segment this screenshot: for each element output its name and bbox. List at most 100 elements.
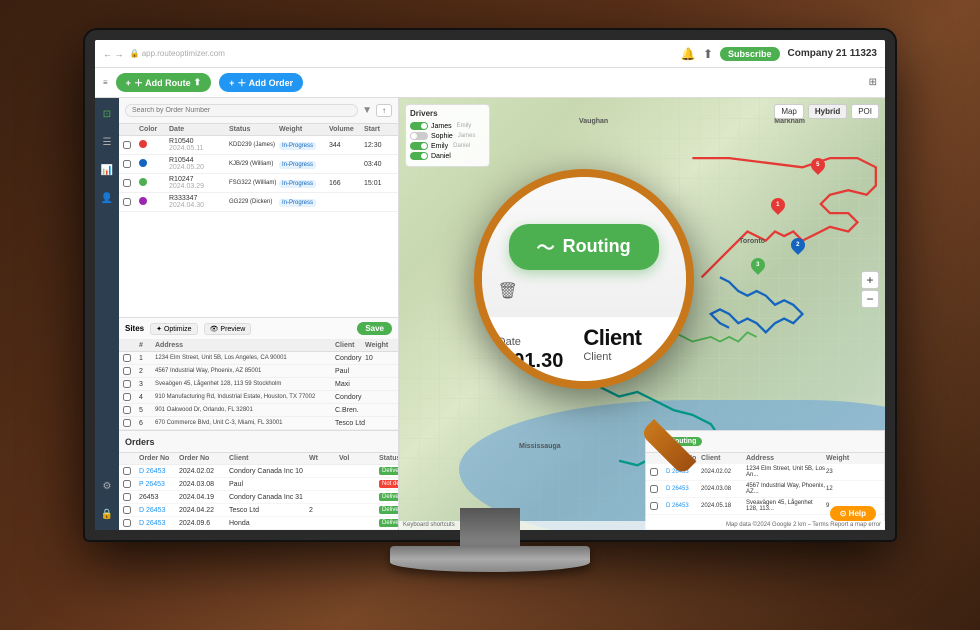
site-row[interactable]: 3 Sveaögen 45, Lågenhet 128, 113 59 Stoc… xyxy=(119,378,398,391)
top-bar-icons: 🔔 ⬆ Subscribe Company 21 11323 xyxy=(680,46,877,62)
site-checkbox[interactable] xyxy=(123,380,131,388)
order-checkbox[interactable] xyxy=(123,480,131,488)
save-button[interactable]: Save xyxy=(357,322,392,335)
keyboard-shortcuts: Keyboard shortcuts xyxy=(403,522,455,529)
order-client: Paul xyxy=(229,481,309,488)
share-icon[interactable]: ⬆ xyxy=(700,46,716,62)
map-area[interactable]: Vaughan Markham Toronto Mississauga Map … xyxy=(399,98,885,530)
order-checkbox[interactable] xyxy=(123,493,131,501)
zoom-in-btn[interactable]: + xyxy=(861,271,879,289)
route-start: 15:01 xyxy=(364,180,398,187)
orders-header: Orders xyxy=(119,431,398,453)
subscribe-button[interactable]: Subscribe xyxy=(720,47,780,61)
order-row[interactable]: P 26453 2024.03.08 Paul Not delivered xyxy=(119,478,398,491)
order-checkbox[interactable] xyxy=(123,506,131,514)
add-route-button[interactable]: + ＋ Add Route ⬆ xyxy=(116,73,211,92)
driver-toggle-daniel[interactable] xyxy=(410,152,428,160)
sites-table-header: # Address Client Weight xyxy=(119,340,398,352)
site-client: C.Bren. xyxy=(335,407,365,414)
route-start: 03:40 xyxy=(364,161,398,168)
zoom-out-btn[interactable]: − xyxy=(861,290,879,308)
driver-row: Daniel xyxy=(410,152,485,160)
export-btn[interactable]: ↑ xyxy=(376,104,392,117)
site-checkbox[interactable] xyxy=(123,393,131,401)
filter-icon[interactable]: ▼ xyxy=(362,105,372,116)
site-row[interactable]: 4 910 Manufacturing Rd, Industrial Estat… xyxy=(119,391,398,404)
poi-tab[interactable]: POI xyxy=(851,104,879,119)
routes-search-input[interactable] xyxy=(125,104,358,117)
add-order-button[interactable]: + ＋ Add Order xyxy=(219,73,303,92)
col-weight: Weight xyxy=(279,126,329,133)
site-row[interactable]: 6 670 Commerce Blvd, Unit C-3, Miami, FL… xyxy=(119,417,398,430)
mini-address: 4567 Industrial Way, Phoenix, AZ... xyxy=(746,483,826,495)
ord-col-vol: Vol xyxy=(339,455,379,462)
routing-button[interactable]: 〜 Routing xyxy=(509,224,659,270)
left-panel: ▼ ↑ Color Date Status Weight Volum xyxy=(119,98,399,530)
sidebar-list-icon[interactable]: ☰ xyxy=(99,134,115,150)
sidebar-routes-icon[interactable]: ⊡ xyxy=(99,106,115,122)
order-flag: 26453 xyxy=(139,494,179,501)
route-checkbox[interactable] xyxy=(123,198,131,206)
url-bar[interactable]: 🔒 app.routeoptimizer.com xyxy=(130,49,674,58)
help-button[interactable]: ⊙ Help xyxy=(830,506,876,521)
site-address: Sveaögen 45, Lågenhet 128, 113 59 Stockh… xyxy=(155,381,335,387)
optimize-btn[interactable]: ✦ Optimize xyxy=(150,323,197,335)
grid-icon[interactable]: ⊞ xyxy=(869,77,877,88)
sidebar-lock-icon[interactable]: 🔒 xyxy=(99,506,115,522)
orders-title: Orders xyxy=(125,437,155,447)
driver-toggle-james[interactable] xyxy=(410,122,428,130)
preview-btn[interactable]: 👁 Preview xyxy=(204,323,252,335)
nav-back[interactable]: ← → xyxy=(103,49,124,59)
order-row[interactable]: D 26453 2024.02.02 Condory Canada Inc 10… xyxy=(119,465,398,478)
map-tab[interactable]: Map xyxy=(774,104,804,119)
hybrid-tab[interactable]: Hybrid xyxy=(808,104,847,119)
site-checkbox[interactable] xyxy=(123,406,131,414)
mini-checkbox[interactable] xyxy=(650,502,658,510)
driver-detail: Daniel xyxy=(453,143,470,149)
route-row[interactable]: R105402024.05.11 KDD239 (James) In-Progr… xyxy=(119,136,398,155)
order-flag: P 26453 xyxy=(139,481,179,488)
toggle-container: Save xyxy=(357,322,392,335)
driver-toggle-emily[interactable] xyxy=(410,142,428,150)
site-row[interactable]: 1 1234 Elm Street, Unit 5B, Los Angeles,… xyxy=(119,352,398,365)
bell-icon[interactable]: 🔔 xyxy=(680,46,696,62)
route-driver: KJB/29 (William) xyxy=(229,161,279,167)
monitor-screen: ← → 🔒 app.routeoptimizer.com 🔔 ⬆ Subscri… xyxy=(85,30,895,540)
order-checkbox[interactable] xyxy=(123,519,131,527)
route-checkbox[interactable] xyxy=(123,179,131,187)
route-row[interactable]: R3333472024.04.30 GG229 (Dicken) In-Prog… xyxy=(119,193,398,212)
driver-toggle-sophie[interactable] xyxy=(410,132,428,140)
trash-icon[interactable]: 🗑 xyxy=(498,281,518,301)
order-row[interactable]: D 26453 2024.04.22 Tesco Ltd 2 Delivered xyxy=(119,504,398,517)
order-client: Honda xyxy=(229,520,309,527)
site-address: 910 Manufacturing Rd, Industrial Estate,… xyxy=(155,394,335,400)
site-row[interactable]: 2 4567 Industrial Way, Phoenix, AZ 85001… xyxy=(119,365,398,378)
sidebar-profile-icon[interactable]: 👤 xyxy=(99,190,115,206)
route-checkbox[interactable] xyxy=(123,160,131,168)
order-checkbox[interactable] xyxy=(123,467,131,475)
site-client: Condory xyxy=(335,355,365,362)
mini-checkbox[interactable] xyxy=(650,468,658,476)
mini-col-client: Client xyxy=(701,455,746,462)
route-row[interactable]: R105442024.05.20 KJB/29 (William) In-Pro… xyxy=(119,155,398,174)
mini-row[interactable]: D 26453 2024.03.08 4567 Industrial Way, … xyxy=(646,481,884,498)
sites-col-check xyxy=(123,342,139,349)
site-row[interactable]: 5 901 Oakwood Dr, Orlando, FL 32801 C.Br… xyxy=(119,404,398,417)
sidebar-chart-icon[interactable]: 📊 xyxy=(99,162,115,178)
site-checkbox[interactable] xyxy=(123,419,131,427)
route-row[interactable]: R102472024.03.29 FSG322 (William) In-Pro… xyxy=(119,174,398,193)
route-checkbox[interactable] xyxy=(123,141,131,149)
site-checkbox[interactable] xyxy=(123,367,131,375)
sidebar-settings-icon[interactable]: ⚙ xyxy=(99,478,115,494)
main-toolbar: ≡ + ＋ Add Route ⬆ + ＋ Add Order ⊞ xyxy=(95,68,885,98)
site-num: 3 xyxy=(139,381,155,388)
order-row[interactable]: 26453 2024.04.19 Condory Canada Inc 31 D… xyxy=(119,491,398,504)
order-row[interactable]: D 26453 2024.09.6 Honda Delivered xyxy=(119,517,398,530)
mini-checkbox[interactable] xyxy=(650,485,658,493)
site-checkbox[interactable] xyxy=(123,354,131,362)
site-address: 4567 Industrial Way, Phoenix, AZ 85001 xyxy=(155,368,335,374)
site-address: 901 Oakwood Dr, Orlando, FL 32801 xyxy=(155,407,335,413)
col-check xyxy=(123,126,139,133)
col-start: Start xyxy=(364,126,398,133)
ord-col-num: Order No xyxy=(179,455,229,462)
